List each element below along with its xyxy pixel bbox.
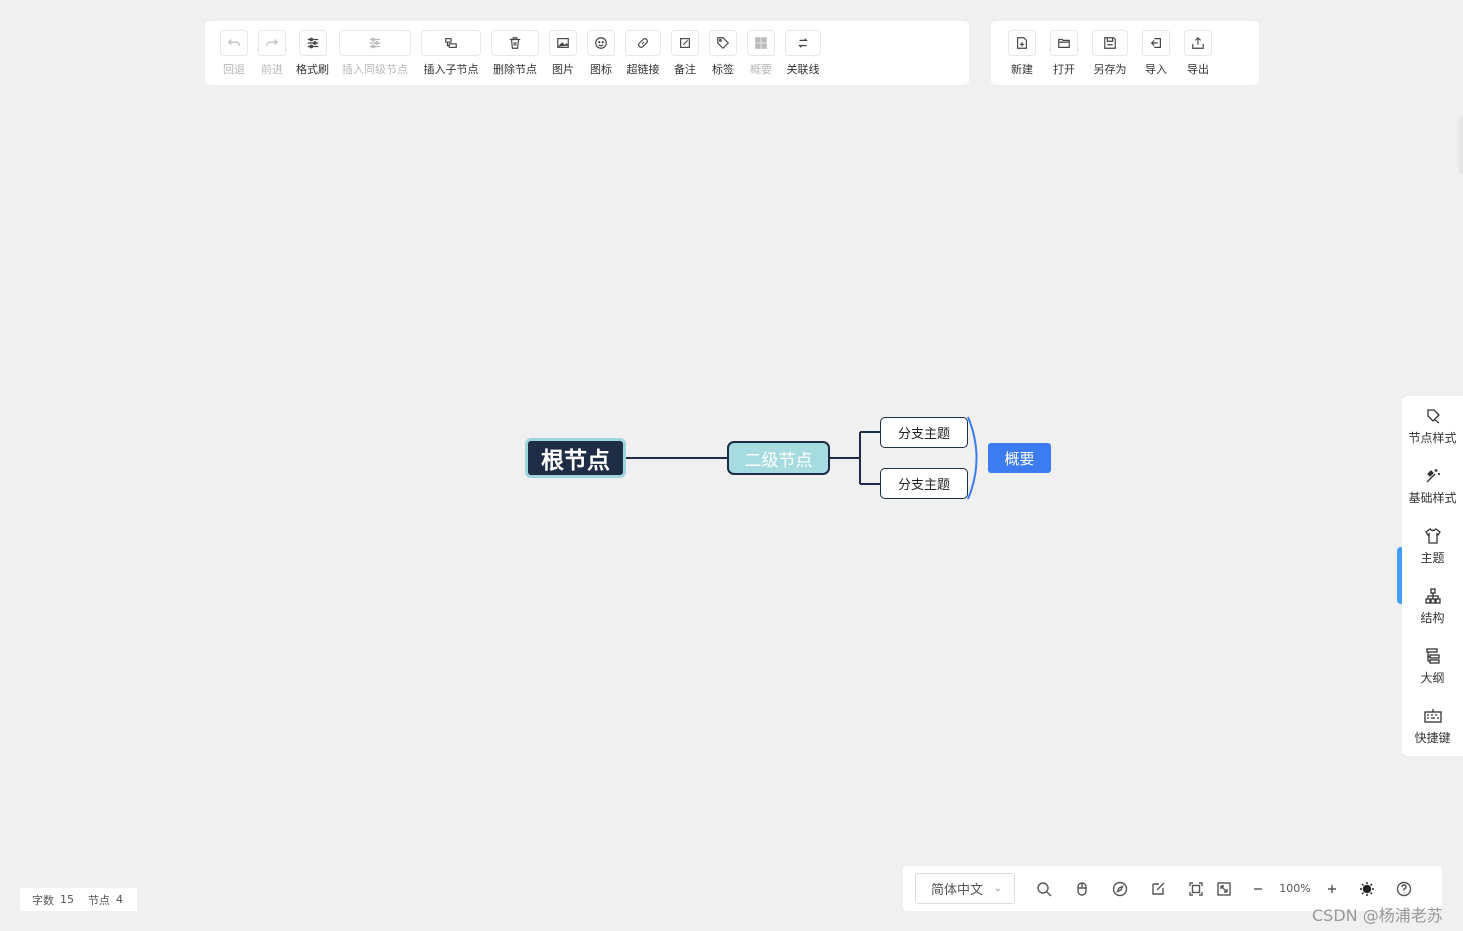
compass-icon[interactable] xyxy=(1111,880,1129,898)
edit-icon[interactable] xyxy=(1149,880,1167,898)
node-style-label: 节点样式 xyxy=(1408,430,1457,445)
zoom-out-icon[interactable] xyxy=(1249,880,1267,898)
shortcut-button[interactable]: 快捷键 xyxy=(1402,696,1463,756)
status-bar: 字数 15 节点 4 xyxy=(20,888,137,911)
branch-node-1[interactable]: 分支主题 xyxy=(880,417,968,448)
structure-button[interactable]: 结构 xyxy=(1402,576,1463,636)
base-style-label: 基础样式 xyxy=(1408,490,1457,505)
node-style-button[interactable]: 节点样式 xyxy=(1402,396,1463,456)
fit-canvas-icon[interactable] xyxy=(1187,880,1205,898)
branch-node-2[interactable]: 分支主题 xyxy=(880,468,968,499)
theme-label: 主题 xyxy=(1420,550,1445,565)
second-to-branches-line xyxy=(830,431,880,485)
chevron-down-icon: ⌄ xyxy=(993,883,1002,894)
outline-button[interactable]: 大纲 xyxy=(1402,636,1463,696)
magic-wand-icon xyxy=(1426,468,1440,482)
fullscreen-icon[interactable] xyxy=(1215,880,1233,898)
node-count-label: 节点 xyxy=(88,893,110,907)
structure-label: 结构 xyxy=(1420,610,1445,625)
mouse-icon[interactable] xyxy=(1073,880,1091,898)
word-count-label: 字数 xyxy=(32,893,54,907)
shortcut-label: 快捷键 xyxy=(1414,730,1451,745)
language-value: 简体中文 xyxy=(931,883,984,898)
sun-icon[interactable] xyxy=(1358,880,1376,898)
outline-icon xyxy=(1425,647,1440,664)
right-side-panel: 节点样式 基础样式 主题 结构 大纲 快捷键 xyxy=(1402,396,1463,756)
outline-label: 大纲 xyxy=(1420,670,1445,685)
shirt-icon xyxy=(1424,527,1441,544)
node-style-icon xyxy=(1426,408,1440,424)
zoom-level: 100% xyxy=(1279,882,1311,895)
structure-icon xyxy=(1424,587,1441,604)
zoom-in-icon[interactable] xyxy=(1323,880,1341,898)
summary-bracket xyxy=(967,416,978,500)
node-count-value: 4 xyxy=(116,893,123,906)
edge-tab[interactable] xyxy=(1459,115,1463,175)
watermark: CSDN @杨浦老苏 xyxy=(1312,906,1443,925)
root-node[interactable]: 根节点 xyxy=(525,438,626,478)
help-icon[interactable] xyxy=(1395,880,1413,898)
language-select[interactable]: 简体中文 ⌄ xyxy=(915,873,1015,904)
keyboard-icon xyxy=(1423,708,1442,723)
theme-button[interactable]: 主题 xyxy=(1402,516,1463,576)
second-level-node[interactable]: 二级节点 xyxy=(727,441,830,475)
search-icon[interactable] xyxy=(1035,880,1053,898)
base-style-button[interactable]: 基础样式 xyxy=(1402,456,1463,516)
word-count-value: 15 xyxy=(60,893,74,906)
summary-node[interactable]: 概要 xyxy=(988,443,1051,473)
